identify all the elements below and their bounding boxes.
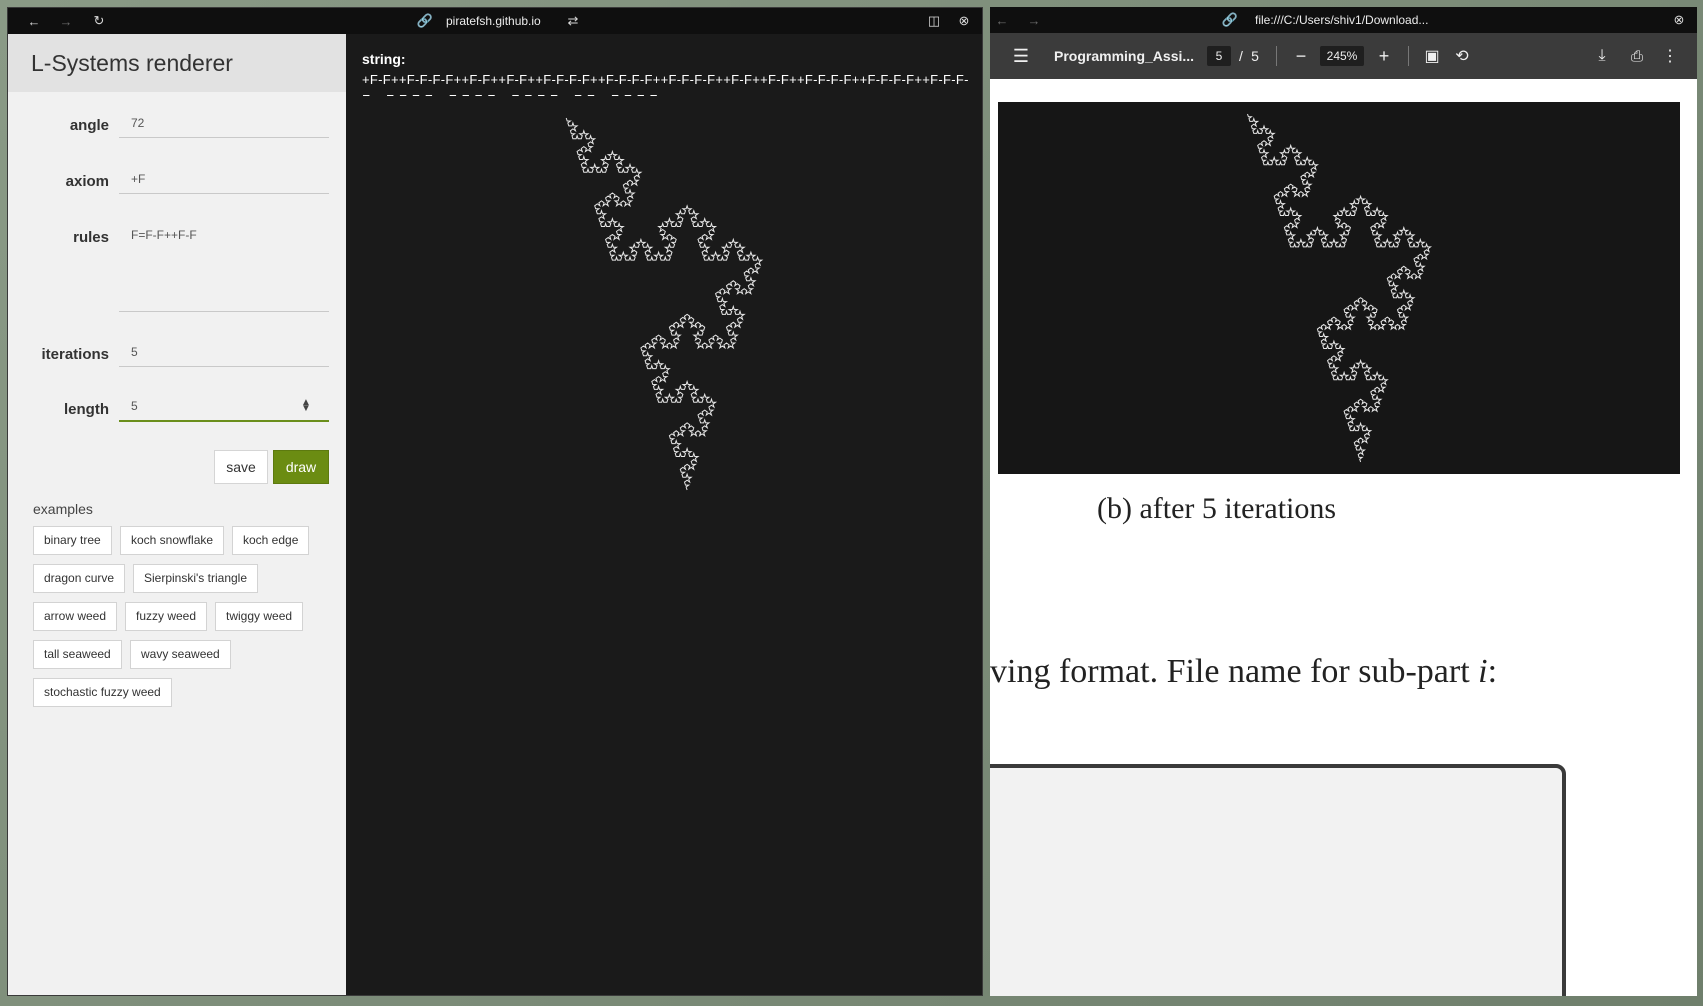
example-stochastic-fuzzy-weed[interactable]: stochastic fuzzy weed bbox=[33, 678, 172, 707]
rules-row: rules F=F-F++F-F bbox=[8, 220, 346, 312]
forward-arrow-icon[interactable]: → bbox=[54, 8, 78, 34]
more-options-icon[interactable]: ⋮ bbox=[1660, 33, 1680, 79]
axiom-label: axiom bbox=[65, 173, 109, 190]
axiom-row: axiom bbox=[8, 164, 346, 198]
draw-button[interactable]: draw bbox=[273, 450, 329, 484]
split-view-icon[interactable]: ◫ bbox=[922, 8, 946, 34]
rules-label: rules bbox=[73, 229, 109, 246]
string-value: +F-F++F-F-F-F++F-F++F-F++F-F-F-F++F-F-F-… bbox=[362, 72, 969, 96]
address-bar-url[interactable]: file:///C:/Users/shiv1/Download... bbox=[1255, 7, 1428, 33]
body-text: ving format. File name for sub-part bbox=[990, 653, 1479, 690]
example-arrow-weed[interactable]: arrow weed bbox=[33, 602, 118, 631]
close-icon[interactable]: ⊗ bbox=[1667, 7, 1691, 33]
body-text-end: : bbox=[1487, 653, 1498, 690]
site-settings-icon[interactable]: ⇄ bbox=[561, 8, 585, 34]
reload-icon[interactable]: ↻ bbox=[87, 8, 111, 34]
zoom-in-icon[interactable]: + bbox=[1373, 33, 1395, 79]
browser-titlebar: ← → ↻ 🔗 piratefsh.github.io ⇄ ◫ ⊗ bbox=[8, 8, 982, 34]
lsystem-curve-path bbox=[565, 117, 764, 491]
browser-titlebar-right: ← → 🔗 file:///C:/Users/shiv1/Download...… bbox=[990, 7, 1697, 33]
length-input[interactable] bbox=[119, 392, 329, 422]
fit-page-icon[interactable]: ▣ bbox=[1420, 33, 1444, 79]
page-number-input[interactable]: 5 bbox=[1207, 46, 1231, 66]
browser-window-left: ← → ↻ 🔗 piratefsh.github.io ⇄ ◫ ⊗ L-Syst… bbox=[7, 7, 983, 996]
figure-caption: (b) after 5 iterations bbox=[1097, 492, 1337, 525]
axiom-input[interactable] bbox=[119, 164, 329, 194]
back-arrow-icon[interactable]: ← bbox=[22, 8, 46, 34]
pdf-figure-curve bbox=[1247, 113, 1432, 463]
example-twiggy-weed[interactable]: twiggy weed bbox=[215, 602, 304, 631]
toolbar-divider bbox=[1276, 46, 1277, 66]
iterations-row: iterations bbox=[8, 337, 346, 371]
link-icon: 🔗 bbox=[1221, 12, 1239, 27]
forward-arrow-icon[interactable]: → bbox=[1022, 7, 1046, 33]
length-label: length bbox=[64, 401, 109, 418]
lsystem-curve-path bbox=[1247, 113, 1432, 463]
example-koch-snowflake[interactable]: koch snowflake bbox=[120, 526, 225, 555]
toolbar-divider bbox=[1408, 46, 1409, 66]
spinner-arrows-icon[interactable]: ▲ ▼ bbox=[301, 398, 311, 414]
code-box bbox=[990, 764, 1566, 996]
rules-textarea[interactable]: F=F-F++F-F bbox=[119, 220, 329, 312]
body-text-variable: i bbox=[1478, 653, 1488, 690]
string-label: string: bbox=[362, 51, 406, 67]
link-icon: 🔗 bbox=[416, 13, 434, 28]
lsystem-canvas[interactable] bbox=[346, 104, 982, 504]
controls-sidebar: L-Systems renderer angle axiom rules F=F… bbox=[8, 34, 346, 995]
zoom-level-input[interactable]: 245% bbox=[1320, 46, 1364, 66]
angle-label: angle bbox=[69, 117, 109, 134]
zoom-out-icon[interactable]: − bbox=[1290, 33, 1312, 79]
pdf-title: Programming_Assi... bbox=[1054, 48, 1195, 64]
print-icon[interactable]: ⎙ bbox=[1625, 33, 1649, 79]
length-row: length ▲▼ bbox=[8, 392, 346, 426]
iterations-input[interactable] bbox=[119, 337, 329, 367]
app-title: L-Systems renderer bbox=[8, 34, 346, 92]
pdf-figure bbox=[998, 102, 1680, 474]
example-binary-tree[interactable]: binary tree bbox=[33, 526, 112, 555]
body-text-line: ving format. File name for sub-part i: bbox=[990, 653, 1497, 691]
back-arrow-icon[interactable]: ← bbox=[990, 7, 1014, 33]
address-bar-url[interactable]: piratefsh.github.io bbox=[446, 8, 541, 34]
angle-input[interactable] bbox=[119, 108, 329, 138]
rotate-icon[interactable]: ⟲ bbox=[1450, 33, 1474, 79]
browser-window-right: ← → 🔗 file:///C:/Users/shiv1/Download...… bbox=[990, 7, 1697, 996]
pdf-page: (b) after 5 iterations ving format. File… bbox=[990, 79, 1697, 996]
save-button[interactable]: save bbox=[214, 450, 268, 484]
example-fuzzy-weed[interactable]: fuzzy weed bbox=[125, 602, 208, 631]
iterations-label: iterations bbox=[41, 346, 109, 363]
example-sierpinski-triangle[interactable]: Sierpinski's triangle bbox=[133, 564, 259, 593]
example-dragon-curve[interactable]: dragon curve bbox=[33, 564, 126, 593]
download-icon[interactable]: ⤓ bbox=[1590, 33, 1614, 79]
pdf-toolbar: ☰ Programming_Assi... 5 / 5 − 245% + ▣ ⟲… bbox=[990, 33, 1697, 79]
page-total: 5 bbox=[1251, 48, 1259, 64]
page-separator: / bbox=[1239, 48, 1243, 64]
close-icon[interactable]: ⊗ bbox=[952, 8, 976, 34]
example-wavy-seaweed[interactable]: wavy seaweed bbox=[130, 640, 231, 669]
render-canvas-area: string: +F-F++F-F-F-F++F-F++F-F++F-F-F-F… bbox=[346, 34, 982, 995]
angle-row: angle bbox=[8, 108, 346, 142]
example-koch-edge[interactable]: koch edge bbox=[232, 526, 310, 555]
menu-icon[interactable]: ☰ bbox=[1008, 33, 1034, 79]
examples-heading: examples bbox=[33, 501, 93, 517]
example-tall-seaweed[interactable]: tall seaweed bbox=[33, 640, 122, 669]
